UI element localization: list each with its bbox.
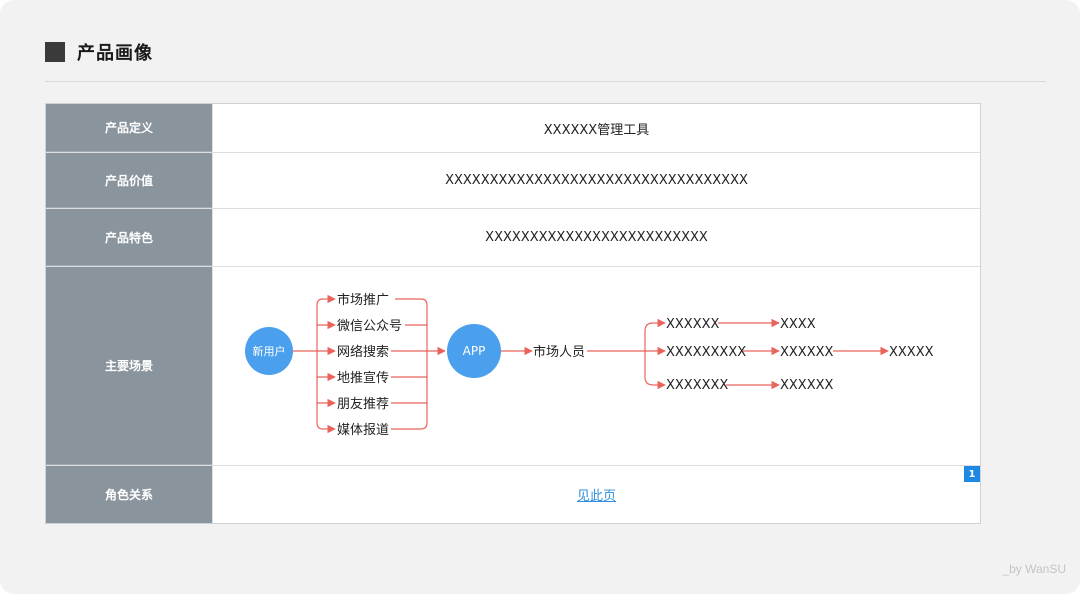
channel-label: 朋友推荐 — [337, 396, 389, 412]
branch-node: XXXX — [780, 317, 816, 332]
row-label: 产品特色 — [46, 209, 212, 266]
row-value-prop: 产品价值 XXXXXXXXXXXXXXXXXXXXXXXXXXXXXXXXXX — [46, 153, 980, 209]
header-square-icon — [45, 42, 65, 62]
page-badge: 1 — [964, 466, 980, 482]
channel-label: 地推宣传 — [337, 370, 389, 386]
scenario-diagram-cell: 新用户 市场推广 微信公众号 网络搜索 地推宣传 朋友推荐 媒体报道 APP 市… — [212, 267, 980, 465]
node-app-label: APP — [463, 344, 486, 358]
row-value: XXXXXXXXXXXXXXXXXXXXXXXXXXXXXXXXXX — [212, 153, 980, 208]
row-features: 产品特色 XXXXXXXXXXXXXXXXXXXXXXXXX — [46, 209, 980, 267]
row-value: 见此页 1 — [212, 466, 980, 523]
branch-bracket — [644, 322, 654, 386]
left-bracket — [316, 298, 324, 430]
branch-node: XXXXXX — [780, 345, 834, 360]
row-value: XXXXXXXXXXXXXXXXXXXXXXXXX — [212, 209, 980, 266]
author-watermark: _by WanSU — [1002, 562, 1066, 576]
branch-node: XXXXX — [889, 345, 934, 360]
see-page-link[interactable]: 见此页 — [577, 485, 616, 504]
user-flow-diagram: 新用户 市场推广 微信公众号 网络搜索 地推宣传 朋友推荐 媒体报道 APP 市… — [245, 292, 934, 438]
branch-node: XXXXXXXXX — [666, 345, 746, 360]
channel-list: 市场推广 微信公众号 网络搜索 地推宣传 朋友推荐 媒体报道 — [317, 292, 427, 438]
channel-label: 网络搜索 — [337, 344, 389, 360]
row-roles: 角色关系 见此页 1 — [46, 466, 980, 523]
row-label: 产品价值 — [46, 153, 212, 208]
section-header: 产品画像 — [45, 40, 153, 64]
branch-node: XXXXXX — [666, 317, 720, 332]
row-definition: 产品定义 XXXXXX管理工具 — [46, 104, 980, 153]
row-scenario: 主要场景 新用户 市场推广 微信公众号 网络搜索 地推宣传 朋友推荐 媒体报道 … — [46, 267, 980, 466]
header-divider — [45, 81, 1046, 82]
row-label: 主要场景 — [46, 267, 212, 465]
channel-label: 媒体报道 — [337, 423, 389, 438]
row-label: 角色关系 — [46, 466, 212, 523]
channel-label: 微信公众号 — [337, 319, 402, 334]
node-new-user-label: 新用户 — [253, 344, 286, 358]
row-value: XXXXXX管理工具 — [212, 104, 980, 152]
branch-node: XXXXXXX — [666, 378, 728, 393]
channel-label: 市场推广 — [337, 292, 389, 308]
row-label: 产品定义 — [46, 104, 212, 152]
right-bracket — [420, 298, 428, 430]
page-canvas: 产品画像 产品定义 XXXXXX管理工具 产品价值 XXXXXXXXXXXXXX… — [0, 0, 1080, 594]
page-title: 产品画像 — [77, 43, 153, 64]
node-market-label: 市场人员 — [533, 344, 585, 360]
product-profile-table: 产品定义 XXXXXX管理工具 产品价值 XXXXXXXXXXXXXXXXXXX… — [45, 103, 981, 524]
branch-node: XXXXXX — [780, 378, 834, 393]
